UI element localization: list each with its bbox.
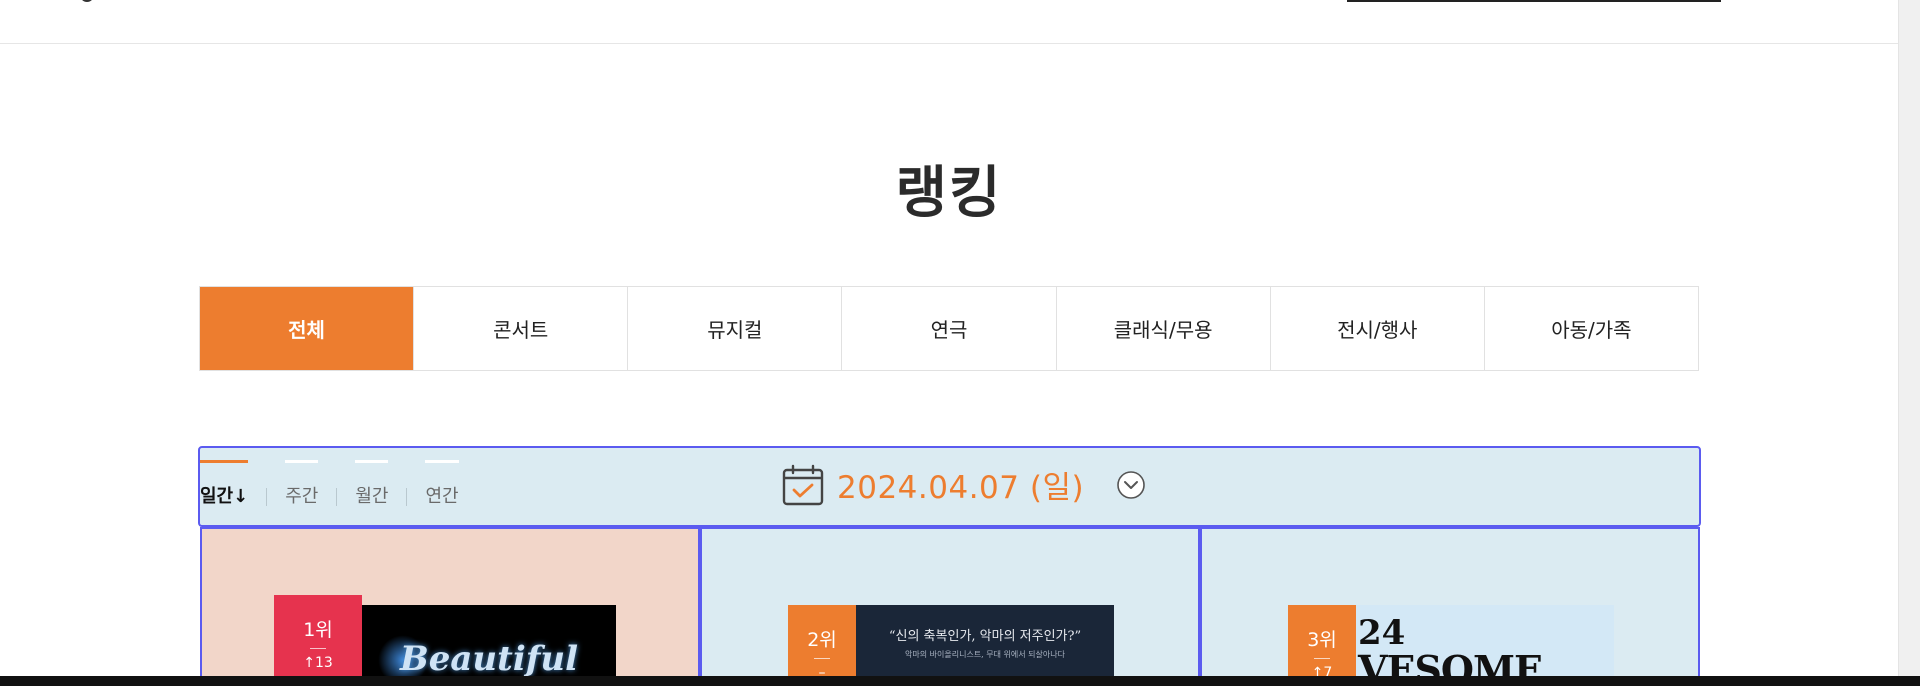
poster-title-line2: VESOME <box>1358 647 1543 676</box>
poster-image[interactable]: 24 VESOME <box>1356 605 1614 676</box>
tab-classic-dance[interactable]: 클래식/무용 <box>1056 287 1271 370</box>
page-title: 랭킹 <box>895 161 1003 226</box>
divider <box>406 488 408 506</box>
poster-image[interactable]: Beautiful <box>362 605 616 676</box>
rank-badge: 1위 ↑13 <box>274 595 362 676</box>
chevron-down-circle-icon[interactable] <box>1116 470 1146 500</box>
tab-play[interactable]: 연극 <box>842 287 1057 370</box>
active-indicator <box>200 460 249 463</box>
poster-title: “신의 축복인가, 악마의 저주인가?” <box>888 629 1082 644</box>
tab-all[interactable]: 전체 <box>200 287 415 370</box>
ranking-page: 랭킹 전체 콘서트 뮤지컬 연극 클래식/무용 전시/행사 아동/가족 일간↓ … <box>0 0 1920 686</box>
divider <box>1314 658 1330 659</box>
period-tab-daily[interactable]: 일간↓ <box>200 460 249 508</box>
rank-number: 1위 <box>303 619 333 641</box>
logo-fragment[interactable] <box>80 0 94 2</box>
period-tab-label: 주간 <box>285 486 319 507</box>
tab-indicator <box>425 460 459 463</box>
poster-subtitle: 악마의 바이올리니스트, 무대 위에서 되살아나다 <box>905 650 1065 659</box>
rank-change: ↑7 <box>1311 665 1333 676</box>
bottom-bar <box>0 676 1920 686</box>
calendar-check-icon[interactable] <box>781 463 825 507</box>
tab-indicator <box>355 460 389 463</box>
ranking-card[interactable]: “신의 축복인가, 악마의 저주인가?” 악마의 바이올리니스트, 무대 위에서… <box>700 527 1200 676</box>
divider <box>310 648 326 649</box>
tab-indicator <box>285 460 319 463</box>
divider <box>336 488 338 506</box>
divider <box>266 488 268 506</box>
category-tabs: 전체 콘서트 뮤지컬 연극 클래식/무용 전시/행사 아동/가족 <box>199 286 1699 371</box>
rank-badge: 3위 ↑7 <box>1288 605 1356 676</box>
poster-image[interactable]: “신의 축복인가, 악마의 저주인가?” 악마의 바이올리니스트, 무대 위에서… <box>856 605 1114 676</box>
period-tab-label: 일간↓ <box>200 486 249 507</box>
rank-number: 3위 <box>1307 629 1337 651</box>
rank-change: – <box>818 665 826 676</box>
rank-change: ↑13 <box>303 655 333 671</box>
rank-number: 2위 <box>807 629 837 651</box>
ranking-card[interactable]: 24 VESOME 3위 ↑7 <box>1200 527 1700 676</box>
ranking-card[interactable]: Beautiful 1위 ↑13 <box>200 527 700 676</box>
period-bar: 일간↓ 주간 월간 연간 2024.04.07 (일) <box>198 446 1701 527</box>
period-tabs: 일간↓ 주간 월간 연간 <box>200 460 459 508</box>
period-tab-monthly[interactable]: 월간 <box>355 460 389 508</box>
divider <box>814 658 830 659</box>
date-selector[interactable]: 2024.04.07 (일) <box>781 462 1146 507</box>
tab-concert[interactable]: 콘서트 <box>414 287 629 370</box>
tab-kids-family[interactable]: 아동/가족 <box>1484 287 1698 370</box>
vertical-scrollbar[interactable] <box>1898 0 1920 676</box>
tab-musical[interactable]: 뮤지컬 <box>628 287 843 370</box>
period-tab-yearly[interactable]: 연간 <box>425 460 459 508</box>
period-tab-weekly[interactable]: 주간 <box>285 460 319 508</box>
search-input-underline[interactable] <box>1347 0 1721 2</box>
poster-title: Beautiful <box>400 639 579 676</box>
site-header <box>0 0 1898 44</box>
rank-badge: 2위 – <box>788 605 856 676</box>
period-tab-label: 월간 <box>355 486 389 507</box>
period-tab-label: 연간 <box>425 486 459 507</box>
tab-exhibition-event[interactable]: 전시/행사 <box>1270 287 1485 370</box>
selected-date: 2024.04.07 (일) <box>837 470 1085 506</box>
